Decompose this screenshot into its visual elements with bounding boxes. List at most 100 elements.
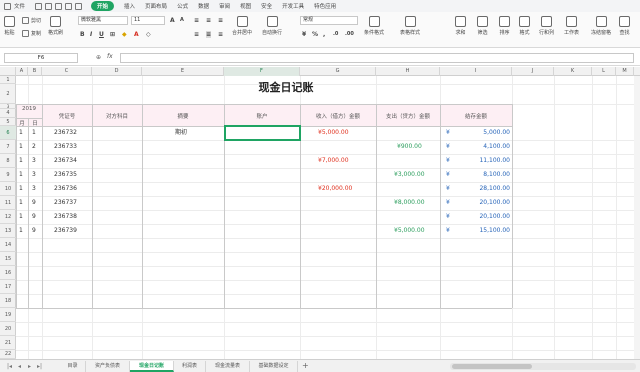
- menu-item-security[interactable]: 安全: [261, 2, 272, 10]
- day-cell[interactable]: 3: [32, 170, 36, 180]
- month-cell[interactable]: 1: [19, 184, 23, 194]
- row-header[interactable]: 14: [0, 238, 16, 252]
- preview-icon[interactable]: [55, 2, 63, 10]
- month-cell[interactable]: 1: [19, 198, 23, 208]
- income-cell[interactable]: ¥5,000.00: [318, 128, 349, 138]
- selected-cell[interactable]: [224, 125, 301, 141]
- align-middle-icon[interactable]: ≡: [206, 17, 211, 24]
- horizontal-scrollbar[interactable]: [450, 363, 636, 370]
- day-cell[interactable]: 2: [32, 142, 36, 152]
- voucher-cell[interactable]: 236734: [54, 156, 77, 166]
- sheet-tab-cash-flow[interactable]: 现金流量表: [206, 361, 250, 372]
- row-header[interactable]: 15: [0, 252, 16, 266]
- column-header[interactable]: J: [512, 67, 554, 76]
- row-header[interactable]: 20: [0, 322, 16, 336]
- voucher-cell[interactable]: 236738: [54, 212, 77, 222]
- row-header[interactable]: 22: [0, 350, 16, 359]
- border-icon[interactable]: ⊞: [110, 31, 115, 38]
- row-header[interactable]: 17: [0, 280, 16, 294]
- percent-icon[interactable]: %: [312, 31, 318, 38]
- row-header[interactable]: 16: [0, 266, 16, 280]
- expense-cell[interactable]: ¥900.00: [397, 142, 422, 152]
- month-cell[interactable]: 1: [19, 128, 23, 138]
- column-header[interactable]: E: [142, 67, 224, 76]
- balance-cell[interactable]: 4,100.00: [456, 142, 510, 152]
- italic-button[interactable]: I: [90, 31, 92, 38]
- row-header[interactable]: 18: [0, 294, 16, 308]
- row-header[interactable]: 8: [0, 154, 16, 168]
- conditional-format-button[interactable]: 条件格式: [364, 16, 384, 36]
- menu-item-view[interactable]: 视图: [240, 2, 251, 10]
- balance-cell[interactable]: 11,100.00: [456, 156, 510, 166]
- last-sheet-icon[interactable]: ▸|: [36, 363, 43, 370]
- first-sheet-icon[interactable]: |◂: [6, 363, 13, 370]
- menu-item-developer[interactable]: 开发工具: [282, 2, 304, 10]
- month-cell[interactable]: 1: [19, 142, 23, 152]
- sum-button[interactable]: 求和: [455, 16, 466, 36]
- sheet-tab-contents[interactable]: 目录: [60, 361, 86, 372]
- column-header[interactable]: A: [16, 67, 28, 76]
- row-header[interactable]: 11: [0, 196, 16, 210]
- sheet-tab-balance-sheet[interactable]: 资产负债表: [86, 361, 130, 372]
- day-cell[interactable]: 9: [32, 226, 36, 236]
- row-header[interactable]: 12: [0, 210, 16, 224]
- menu-item-insert[interactable]: 插入: [124, 2, 135, 10]
- increase-decimal-icon[interactable]: .0: [333, 31, 338, 37]
- cut-button[interactable]: 剪切: [22, 17, 41, 24]
- save-icon[interactable]: [35, 2, 43, 10]
- freeze-panes-button[interactable]: 冻结窗格: [591, 16, 611, 36]
- auto-wrap-button[interactable]: 自动换行: [262, 16, 282, 36]
- prev-sheet-icon[interactable]: ◂: [16, 363, 23, 370]
- menu-item-data[interactable]: 数据: [198, 2, 209, 10]
- font-color-icon[interactable]: A: [134, 31, 139, 38]
- currency-icon[interactable]: ¥: [302, 31, 306, 38]
- day-cell[interactable]: 1: [32, 128, 36, 138]
- row-header[interactable]: 9: [0, 168, 16, 182]
- fill-color-icon[interactable]: ◆: [122, 31, 127, 38]
- fx-icon[interactable]: fx: [107, 53, 113, 60]
- sheet-tab-base-settings[interactable]: 基础数据设定: [250, 361, 298, 372]
- sort-button[interactable]: 排序: [499, 16, 510, 36]
- menu-item-home[interactable]: 开始: [91, 1, 115, 11]
- income-cell[interactable]: ¥7,000.00: [318, 156, 349, 166]
- month-cell[interactable]: 1: [19, 226, 23, 236]
- balance-cell[interactable]: 5,000.00: [456, 128, 510, 138]
- balance-cell[interactable]: 28,100.00: [456, 184, 510, 194]
- day-cell[interactable]: 3: [32, 156, 36, 166]
- align-top-icon[interactable]: ≡: [194, 17, 199, 24]
- column-header[interactable]: M: [616, 67, 634, 76]
- select-all-corner[interactable]: [0, 67, 16, 76]
- decrease-decimal-icon[interactable]: .00: [345, 31, 354, 37]
- balance-cell[interactable]: 15,100.00: [456, 226, 510, 236]
- name-box[interactable]: F6: [4, 53, 78, 63]
- voucher-cell[interactable]: 236733: [54, 142, 77, 152]
- month-cell[interactable]: 1: [19, 212, 23, 222]
- sheet-tab-cash-journal[interactable]: 现金日记账: [130, 361, 174, 372]
- income-cell[interactable]: ¥20,000.00: [318, 184, 352, 194]
- column-header[interactable]: I: [440, 67, 512, 76]
- balance-cell[interactable]: 20,100.00: [456, 198, 510, 208]
- column-header[interactable]: D: [92, 67, 142, 76]
- undo-icon[interactable]: [65, 2, 73, 10]
- formula-input[interactable]: [120, 53, 634, 63]
- menu-item-special[interactable]: 特色应用: [314, 2, 336, 10]
- row-header[interactable]: 7: [0, 140, 16, 154]
- increase-font-icon[interactable]: A: [170, 17, 175, 24]
- menu-item-review[interactable]: 审阅: [219, 2, 230, 10]
- voucher-cell[interactable]: 236739: [54, 226, 77, 236]
- align-left-icon[interactable]: ≡: [194, 31, 199, 38]
- column-header[interactable]: G: [300, 67, 376, 76]
- column-header[interactable]: C: [42, 67, 92, 76]
- font-size-select[interactable]: 11: [131, 16, 165, 25]
- paste-button[interactable]: 粘贴: [4, 16, 15, 36]
- voucher-cell[interactable]: 236732: [54, 128, 77, 138]
- row-header[interactable]: 1: [0, 76, 16, 84]
- row-header[interactable]: 19: [0, 308, 16, 322]
- redo-icon[interactable]: [75, 2, 83, 10]
- worksheet-button[interactable]: 工作表: [564, 16, 579, 36]
- expense-cell[interactable]: ¥5,000.00: [394, 226, 425, 236]
- merge-center-button[interactable]: 合并居中: [232, 16, 252, 36]
- decrease-font-icon[interactable]: A: [180, 17, 184, 23]
- align-right-icon[interactable]: ≡: [218, 31, 223, 38]
- bold-button[interactable]: B: [80, 31, 85, 38]
